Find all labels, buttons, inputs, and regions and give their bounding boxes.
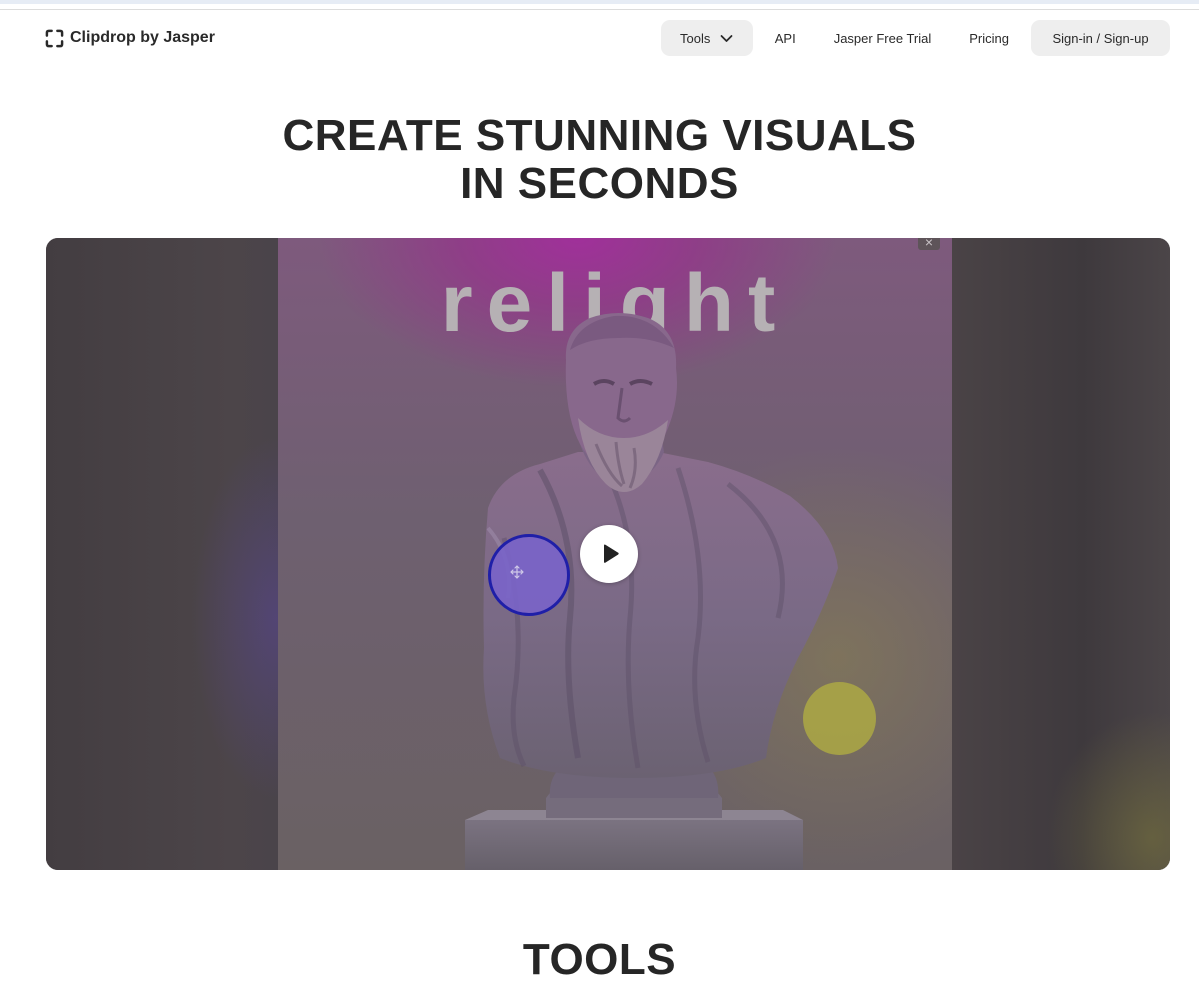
play-icon — [604, 544, 619, 563]
purple-light-handle[interactable] — [488, 534, 570, 616]
move-icon — [510, 565, 524, 579]
hero-title: CREATE STUNNING VISUALS IN SECONDS — [0, 112, 1199, 208]
tools-dropdown-button[interactable]: Tools — [660, 20, 753, 56]
browser-top-strip — [0, 0, 1199, 4]
nav-link-pricing[interactable]: Pricing — [953, 20, 1025, 56]
nav-link-jasper-free-trial[interactable]: Jasper Free Trial — [818, 20, 948, 56]
video-blurred-left-pane — [46, 238, 278, 870]
relight-demo-video[interactable]: relight × — [46, 238, 1170, 870]
header-divider — [0, 9, 1199, 10]
clipdrop-logo-icon — [45, 29, 64, 47]
main-nav: Tools API Jasper Free Trial Pricing Sign… — [660, 20, 1170, 56]
nav-link-api[interactable]: API — [759, 20, 812, 56]
logo-text: Clipdrop by Jasper — [70, 29, 215, 46]
play-button[interactable] — [580, 525, 638, 583]
tools-section-heading: TOOLS — [522, 935, 677, 984]
signin-signup-button[interactable]: Sign-in / Sign-up — [1031, 20, 1170, 56]
video-blurred-right-pane — [952, 238, 1170, 870]
chevron-down-icon — [721, 34, 733, 42]
tools-label: Tools — [680, 30, 711, 46]
hero-title-line-2: IN SECONDS — [460, 159, 739, 208]
yellow-light-handle[interactable] — [803, 682, 876, 755]
hero-title-line-1: CREATE STUNNING VISUALS — [282, 111, 917, 160]
clipdrop-logo[interactable]: Clipdrop by Jasper — [45, 28, 215, 48]
